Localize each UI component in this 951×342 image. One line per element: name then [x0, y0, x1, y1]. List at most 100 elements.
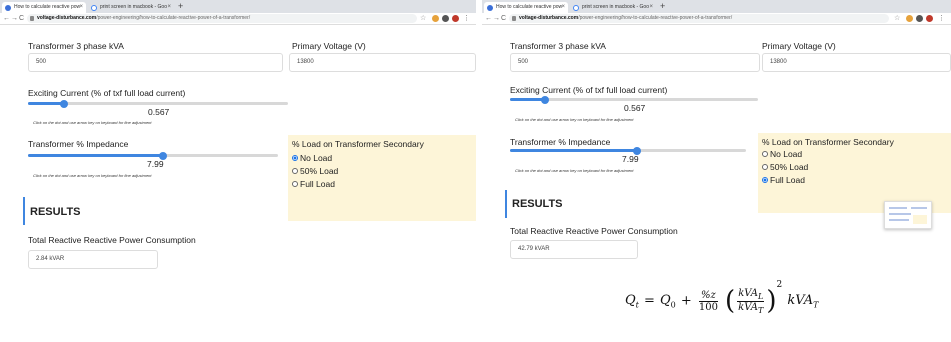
left-browser-screenshot: How to calculate reactive pow × print sc…	[0, 0, 476, 272]
formula-q0: Q0	[659, 292, 676, 310]
formula-close-paren: )	[766, 286, 777, 316]
tab-google-search[interactable]: print screen in macbook - Goo ×	[570, 2, 656, 13]
kva-input[interactable]: 500	[28, 53, 283, 72]
back-arrow-icon[interactable]: ←	[485, 14, 492, 23]
slider-fill	[510, 149, 638, 152]
slider-hint: Click on the dot and use arrow key on ke…	[515, 117, 634, 122]
tab-reactive-power[interactable]: How to calculate reactive pow ×	[2, 2, 86, 13]
radio-button[interactable]	[292, 181, 298, 187]
extension-icon[interactable]	[442, 15, 449, 22]
load-option-full[interactable]: Full Load	[292, 179, 335, 189]
impedance-value: 7.99	[147, 159, 164, 169]
formula-exponent: 2	[776, 280, 783, 291]
radio-button[interactable]	[762, 151, 768, 157]
slider-hint: Click on the dot and use arrow key on ke…	[515, 168, 634, 173]
result-label: Total Reactive Reactive Power Consumptio…	[510, 226, 678, 236]
load-title: % Load on Transformer Secondary	[292, 139, 424, 149]
new-tab-icon[interactable]: +	[660, 1, 665, 11]
extension-icon[interactable]	[916, 15, 923, 22]
exciting-current-label: Exciting Current (% of txf full load cur…	[28, 88, 186, 98]
slider-fill	[28, 154, 163, 157]
new-tab-icon[interactable]: +	[178, 1, 183, 11]
voltage-label: Primary Voltage (V)	[292, 41, 366, 51]
slider-hint: Click on the dot and use arrow key on ke…	[33, 173, 152, 178]
formula-impedance-fraction: %z 100	[698, 289, 718, 313]
menu-icon[interactable]: ⋮	[463, 14, 470, 23]
formula-plus: +	[680, 293, 692, 309]
voltage-input[interactable]: 13800	[762, 53, 951, 72]
screenshot-thumbnail[interactable]	[884, 201, 932, 229]
avatar[interactable]	[926, 15, 933, 22]
exciting-current-slider[interactable]	[28, 99, 288, 108]
radio-button[interactable]	[292, 155, 298, 161]
browser-tab-bar: How to calculate reactive pow × print sc…	[0, 0, 476, 13]
reload-icon[interactable]: C	[501, 14, 506, 23]
exciting-current-value: 0.567	[148, 107, 170, 117]
load-option-50[interactable]: 50% Load	[762, 162, 808, 172]
impedance-label: Transformer % Impedance	[510, 137, 611, 147]
load-selector: % Load on Transformer Secondary No Load …	[288, 135, 476, 221]
voltage-input[interactable]: 13800	[289, 53, 476, 72]
kva-input[interactable]: 500	[510, 53, 760, 72]
slider-knob[interactable]	[540, 95, 549, 104]
slider-hint: Click on the dot and use arrow key on ke…	[33, 120, 152, 125]
impedance-slider[interactable]	[510, 146, 746, 155]
results-heading: RESULTS	[512, 198, 563, 210]
google-favicon-icon	[573, 5, 579, 11]
slider-fill	[510, 98, 545, 101]
lock-icon	[30, 16, 34, 21]
formula-open-paren: (	[725, 286, 736, 316]
close-icon[interactable]: ×	[79, 2, 83, 13]
menu-icon[interactable]: ⋮	[938, 14, 945, 23]
results-accent-bar	[505, 190, 507, 218]
star-icon[interactable]: ☆	[894, 14, 900, 23]
address-bar-row: ← → C voltage-disturbance.com/power-engi…	[482, 13, 951, 25]
radio-button[interactable]	[292, 168, 298, 174]
tab-reactive-power[interactable]: How to calculate reactive pow ×	[484, 2, 568, 13]
url-field[interactable]: voltage-disturbance.com/power-engineerin…	[509, 14, 889, 23]
avatar[interactable]	[452, 15, 459, 22]
browser-tab-bar: How to calculate reactive pow × print sc…	[482, 0, 951, 13]
reactive-power-formula: Qt = Q0 + %z 100 ( kVAL kVAT )2 kVAT	[625, 280, 819, 316]
formula-equals: =	[643, 293, 655, 309]
extension-icon[interactable]	[906, 15, 913, 22]
voltage-label: Primary Voltage (V)	[762, 41, 836, 51]
load-option-no-load[interactable]: No Load	[292, 153, 332, 163]
slider-fill	[28, 102, 65, 105]
result-output: 2.84 kVAR	[28, 250, 158, 269]
exciting-current-value: 0.567	[624, 103, 646, 113]
radio-button[interactable]	[762, 177, 768, 183]
kva-label: Transformer 3 phase kVA	[510, 41, 606, 51]
forward-arrow-icon[interactable]: →	[493, 14, 500, 23]
back-arrow-icon[interactable]: ←	[3, 14, 10, 23]
exciting-current-slider[interactable]	[510, 95, 758, 104]
impedance-value: 7.99	[622, 154, 639, 164]
url-field[interactable]: voltage-disturbance.com/power-engineerin…	[27, 14, 417, 23]
load-title: % Load on Transformer Secondary	[762, 137, 894, 147]
close-icon[interactable]: ×	[649, 2, 653, 13]
close-icon[interactable]: ×	[167, 2, 171, 13]
right-browser-screenshot: How to calculate reactive pow × print sc…	[482, 0, 951, 272]
extension-icon[interactable]	[432, 15, 439, 22]
impedance-slider[interactable]	[28, 151, 278, 160]
reload-icon[interactable]: C	[19, 14, 24, 23]
load-option-50[interactable]: 50% Load	[292, 166, 338, 176]
kva-label: Transformer 3 phase kVA	[28, 41, 124, 51]
load-option-no-load[interactable]: No Load	[762, 149, 802, 159]
radio-button[interactable]	[762, 164, 768, 170]
impedance-label: Transformer % Impedance	[28, 139, 129, 149]
tab-google-search[interactable]: print screen in macbook - Goo ×	[88, 2, 174, 13]
formula-lhs: Qt	[625, 292, 639, 310]
slider-knob[interactable]	[60, 99, 69, 108]
close-icon[interactable]: ×	[561, 2, 565, 13]
site-favicon-icon	[487, 5, 493, 11]
results-accent-bar	[23, 197, 25, 225]
load-option-full[interactable]: Full Load	[762, 175, 805, 185]
forward-arrow-icon[interactable]: →	[11, 14, 18, 23]
star-icon[interactable]: ☆	[420, 14, 426, 23]
exciting-current-label: Exciting Current (% of txf full load cur…	[510, 85, 668, 95]
address-bar-row: ← → C voltage-disturbance.com/power-engi…	[0, 13, 476, 25]
formula-load-ratio: kVAL kVAT	[737, 287, 765, 315]
formula-tail: kVAT	[787, 292, 819, 310]
result-output: 42.79 kVAR	[510, 240, 638, 259]
